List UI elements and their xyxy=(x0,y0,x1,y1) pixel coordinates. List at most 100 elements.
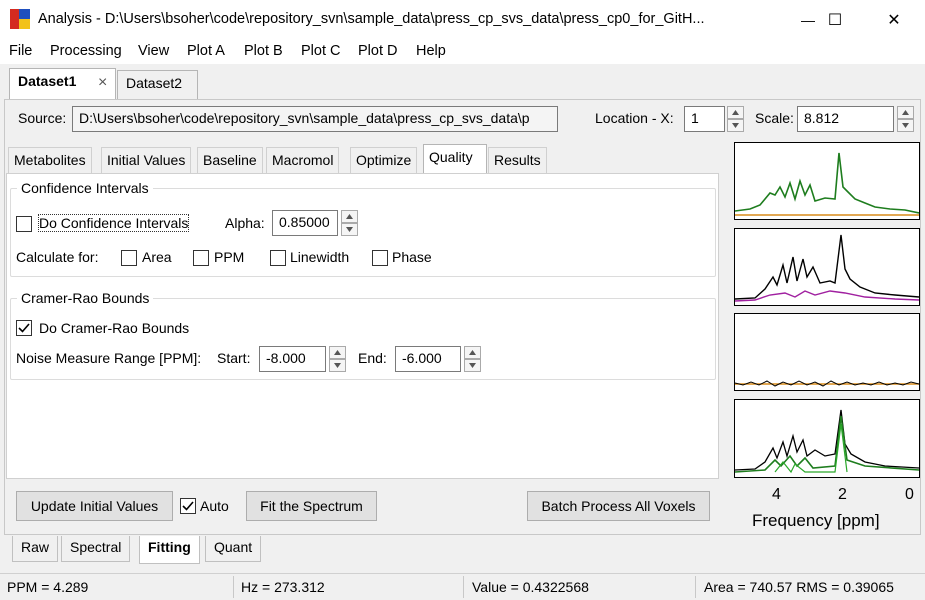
spin-down-icon[interactable] xyxy=(329,359,346,372)
menu-plot-c[interactable]: Plot C xyxy=(301,43,341,59)
noise-range-label: Noise Measure Range [PPM]: xyxy=(16,350,202,366)
spin-up-icon[interactable] xyxy=(329,346,346,359)
tab-close-icon[interactable]: × xyxy=(98,74,107,92)
spin-up-icon[interactable] xyxy=(464,346,481,359)
tab-dataset2[interactable]: Dataset2 xyxy=(117,70,198,100)
fit-spectrum-button[interactable]: Fit the Spectrum xyxy=(246,491,377,521)
scale-spinner[interactable] xyxy=(897,106,914,132)
x-axis-label: Frequency [ppm] xyxy=(752,511,880,530)
maximize-button[interactable]: ☐ xyxy=(806,0,864,40)
linewidth-checkbox[interactable] xyxy=(270,250,286,266)
scale-label: Scale: xyxy=(755,110,794,126)
location-label: Location - X: xyxy=(595,110,674,126)
status-ppm: PPM = 4.289 xyxy=(7,579,89,595)
area-checkbox[interactable] xyxy=(121,250,137,266)
source-label: Source: xyxy=(18,110,67,126)
menu-plot-a[interactable]: Plot A xyxy=(187,43,225,59)
tab-spectral[interactable]: Spectral xyxy=(61,536,131,562)
cramer-rao-group xyxy=(10,298,716,380)
auto-label[interactable]: Auto xyxy=(200,498,229,514)
checkmark-icon xyxy=(182,501,194,511)
menu-file[interactable]: File xyxy=(9,43,32,59)
status-bar: PPM = 4.289 Hz = 273.312 Value = 0.43225… xyxy=(0,573,925,600)
noise-end-spinner[interactable] xyxy=(464,346,481,372)
menu-processing[interactable]: Processing xyxy=(50,43,122,59)
confidence-group-title: Confidence Intervals xyxy=(17,180,153,196)
noise-end-input[interactable]: -6.000 xyxy=(395,346,461,372)
phase-checkbox[interactable] xyxy=(372,250,388,266)
ppm-label[interactable]: PPM xyxy=(214,249,244,265)
x-tick-label: 0 xyxy=(905,486,914,503)
tab-fitting[interactable]: Fitting xyxy=(139,536,200,564)
menu-bar: File Processing View Plot A Plot B Plot … xyxy=(0,40,925,64)
start-label: Start: xyxy=(217,350,251,366)
spin-down-icon[interactable] xyxy=(897,119,914,132)
plot-c[interactable] xyxy=(734,313,920,391)
confidence-group xyxy=(10,188,716,277)
spin-down-icon[interactable] xyxy=(727,119,744,132)
linewidth-label[interactable]: Linewidth xyxy=(290,249,349,265)
menu-plot-b[interactable]: Plot B xyxy=(244,43,283,59)
status-hz: Hz = 273.312 xyxy=(241,579,325,595)
alpha-label: Alpha: xyxy=(225,215,265,231)
spin-down-icon[interactable] xyxy=(341,223,358,236)
batch-process-button[interactable]: Batch Process All Voxels xyxy=(527,491,710,521)
do-cramer-rao-label[interactable]: Do Cramer-Rao Bounds xyxy=(39,320,189,336)
plot-b[interactable] xyxy=(734,228,920,306)
do-cramer-rao-checkbox[interactable] xyxy=(16,320,32,336)
menu-plot-d[interactable]: Plot D xyxy=(358,43,398,59)
close-icon: ✕ xyxy=(887,12,901,29)
location-x-spinner[interactable] xyxy=(727,106,744,132)
tab-raw[interactable]: Raw xyxy=(12,536,59,562)
dataset-tab-bar: Dataset1 × Dataset2 xyxy=(0,64,925,100)
close-button[interactable]: ✕ xyxy=(865,0,923,40)
source-field[interactable]: D:\Users\bsoher\code\repository_svn\samp… xyxy=(72,106,558,132)
alpha-spinner[interactable] xyxy=(341,210,358,236)
phase-label[interactable]: Phase xyxy=(392,249,432,265)
tab-quality[interactable]: Quality xyxy=(423,144,487,174)
alpha-input[interactable]: 0.85000 xyxy=(272,210,338,236)
spin-up-icon[interactable] xyxy=(727,106,744,119)
checkmark-icon xyxy=(18,323,30,333)
location-x-input[interactable]: 1 xyxy=(684,106,725,132)
tab-initial-values[interactable]: Initial Values xyxy=(101,147,192,173)
status-separator xyxy=(233,576,234,598)
ppm-checkbox[interactable] xyxy=(193,250,209,266)
title-bar: Analysis - D:\Users\bsoher\code\reposito… xyxy=(0,0,925,40)
window-title: Analysis - D:\Users\bsoher\code\reposito… xyxy=(38,11,705,27)
auto-checkbox[interactable] xyxy=(180,498,196,514)
update-initial-values-button[interactable]: Update Initial Values xyxy=(16,491,173,521)
tab-results[interactable]: Results xyxy=(488,147,547,173)
plot-x-axis xyxy=(734,478,920,479)
spin-down-icon[interactable] xyxy=(464,359,481,372)
calculate-for-label: Calculate for: xyxy=(16,249,99,265)
scale-input[interactable]: 8.812 xyxy=(797,106,894,132)
tab-metabolites[interactable]: Metabolites xyxy=(8,147,92,173)
menu-help[interactable]: Help xyxy=(416,43,446,59)
do-confidence-label[interactable]: Do Confidence Intervals xyxy=(37,214,190,232)
plot-a[interactable] xyxy=(734,142,920,220)
status-value: Value = 0.4322568 xyxy=(472,579,589,595)
tab-dataset1-label: Dataset1 xyxy=(18,73,77,89)
tab-dataset1[interactable]: Dataset1 × xyxy=(9,68,116,100)
spin-up-icon[interactable] xyxy=(341,210,358,223)
noise-start-spinner[interactable] xyxy=(329,346,346,372)
tab-optimize[interactable]: Optimize xyxy=(350,147,418,173)
tab-macromol[interactable]: Macromol xyxy=(266,147,340,173)
maximize-icon: ☐ xyxy=(827,12,843,29)
end-label: End: xyxy=(358,350,387,366)
status-separator xyxy=(695,576,696,598)
app-icon xyxy=(10,9,30,29)
tab-dataset2-label: Dataset2 xyxy=(126,75,183,91)
plot-d[interactable] xyxy=(734,399,920,478)
cramer-rao-group-title: Cramer-Rao Bounds xyxy=(17,290,154,306)
tab-quant[interactable]: Quant xyxy=(205,536,262,562)
status-area-rms: Area = 740.57 RMS = 0.39065 xyxy=(704,579,894,595)
x-tick-label: 2 xyxy=(838,486,847,503)
do-confidence-checkbox[interactable] xyxy=(16,216,32,232)
noise-start-input[interactable]: -8.000 xyxy=(259,346,326,372)
tab-baseline[interactable]: Baseline xyxy=(197,147,263,173)
menu-view[interactable]: View xyxy=(138,43,169,59)
area-label[interactable]: Area xyxy=(142,249,172,265)
spin-up-icon[interactable] xyxy=(897,106,914,119)
